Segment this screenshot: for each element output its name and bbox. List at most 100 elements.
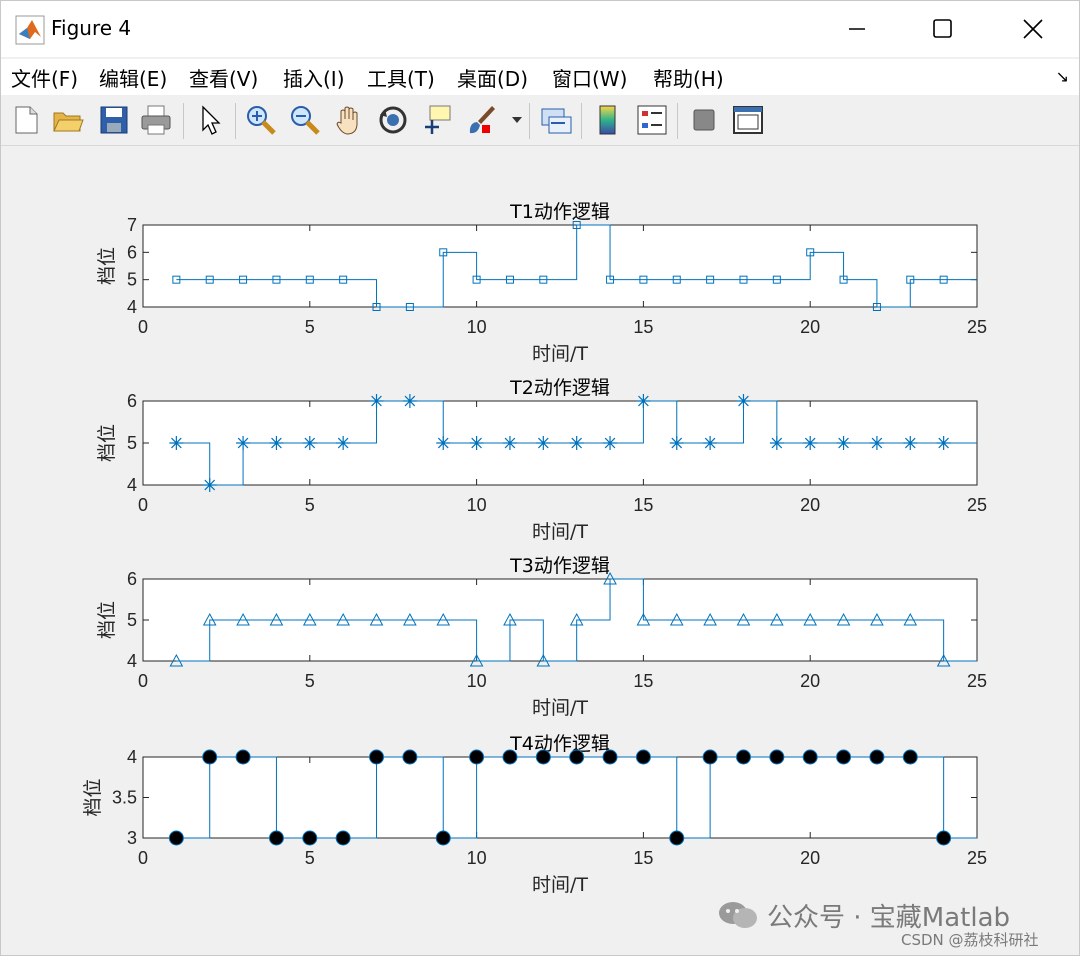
x-axis-label: 时间/T xyxy=(532,521,588,543)
wechat-icon xyxy=(719,902,757,928)
zoom-out-icon[interactable] xyxy=(288,103,322,137)
menu-edit[interactable]: 编辑(E) xyxy=(99,63,167,92)
pan-hand-icon[interactable] xyxy=(332,103,366,137)
chevron-down-icon[interactable] xyxy=(511,115,523,125)
toolbar-separator xyxy=(529,103,530,139)
y-tick-label: 5 xyxy=(127,433,137,453)
window-title: Figure 4 xyxy=(51,16,132,40)
colorbar-icon[interactable] xyxy=(591,103,625,137)
x-tick-label: 5 xyxy=(305,495,315,515)
data-point-marker xyxy=(469,749,485,765)
x-tick-label: 10 xyxy=(467,495,487,515)
close-button[interactable] xyxy=(1003,9,1063,49)
title-bar[interactable]: Figure 4 xyxy=(1,1,1079,57)
dock-arrow-icon[interactable]: ↘ xyxy=(1056,67,1069,86)
data-point-marker xyxy=(469,436,484,450)
x-tick-label: 0 xyxy=(138,495,148,515)
data-point-marker xyxy=(669,830,685,846)
menu-desktop[interactable]: 桌面(D) xyxy=(457,63,528,92)
data-point-marker xyxy=(402,749,418,765)
x-tick-label: 15 xyxy=(633,495,653,515)
x-tick-label: 25 xyxy=(967,495,987,515)
print-icon[interactable] xyxy=(139,103,173,137)
data-point-marker xyxy=(869,749,885,765)
data-point-marker xyxy=(168,830,184,846)
data-point-marker xyxy=(336,436,351,450)
data-point-marker xyxy=(602,749,618,765)
data-point-marker xyxy=(769,749,785,765)
data-point-marker xyxy=(269,436,284,450)
plots-area: 0 5 10 15 20 25 4 5 6 7 T1动作逻辑时间/T 档位 0 5 10 15 20 25 4 5 6 T… xyxy=(82,201,987,896)
data-point-marker xyxy=(836,436,851,450)
data-cursor-icon[interactable] xyxy=(420,103,454,137)
hide-plot-tools-icon[interactable] xyxy=(687,103,721,137)
maximize-button[interactable] xyxy=(913,9,973,49)
menu-tools[interactable]: 工具(T) xyxy=(367,63,435,92)
x-tick-label: 25 xyxy=(967,848,987,868)
data-point-marker xyxy=(703,436,718,450)
x-axis-label: 时间/T xyxy=(532,697,588,719)
data-point-marker xyxy=(836,749,852,765)
y-axis-label: 档位 xyxy=(96,601,118,639)
y-tick-label: 4 xyxy=(127,747,137,767)
x-tick-label: 25 xyxy=(967,671,987,691)
zoom-in-icon[interactable] xyxy=(244,103,278,137)
data-point-marker xyxy=(402,394,417,408)
menu-file[interactable]: 文件(F) xyxy=(11,63,78,92)
x-axis-label: 时间/T xyxy=(532,343,588,365)
x-tick-label: 25 xyxy=(967,317,987,337)
data-point-marker xyxy=(435,830,451,846)
menu-view[interactable]: 查看(V) xyxy=(189,63,258,92)
figure-window: Figure 4 文件(F) 编辑(E) 查看(V) 插入(I) 工具(T) 桌… xyxy=(0,0,1080,956)
data-point-marker xyxy=(302,436,317,450)
menu-help[interactable]: 帮助(H) xyxy=(653,63,724,92)
new-figure-icon[interactable] xyxy=(9,103,43,137)
minimize-button[interactable] xyxy=(827,9,887,49)
menu-window[interactable]: 窗口(W) xyxy=(552,63,627,92)
x-tick-label: 15 xyxy=(633,317,653,337)
brush-icon[interactable] xyxy=(464,103,498,137)
data-point-marker xyxy=(369,394,384,408)
data-point-marker xyxy=(369,749,385,765)
subplot-t3: 0 5 10 15 20 25 4 5 6 T3动作逻辑时间/T 档位 xyxy=(96,555,987,719)
data-point-marker xyxy=(169,436,184,450)
x-tick-label: 5 xyxy=(305,317,315,337)
y-tick-label: 4 xyxy=(127,651,137,671)
y-tick-label: 3 xyxy=(127,828,137,848)
pointer-icon[interactable] xyxy=(193,103,227,137)
rotate-3d-icon[interactable] xyxy=(376,103,410,137)
close-icon xyxy=(1023,19,1043,39)
data-point-marker xyxy=(535,749,551,765)
x-axis-label: 时间/T xyxy=(532,874,588,896)
data-point-marker xyxy=(235,749,251,765)
save-icon[interactable] xyxy=(97,103,131,137)
y-tick-label: 6 xyxy=(127,391,137,411)
open-icon[interactable] xyxy=(51,103,85,137)
x-tick-label: 10 xyxy=(467,848,487,868)
subplot-t2: 0 5 10 15 20 25 4 5 6 T2动作逻辑时间/T 档位 xyxy=(96,377,987,543)
x-tick-label: 20 xyxy=(800,495,820,515)
subplot-t1: 0 5 10 15 20 25 4 5 6 7 T1动作逻辑时间/T 档位 xyxy=(96,201,987,365)
x-tick-label: 20 xyxy=(800,848,820,868)
x-tick-label: 0 xyxy=(138,317,148,337)
y-tick-label: 5 xyxy=(127,610,137,630)
axes-box xyxy=(142,756,978,839)
x-tick-label: 5 xyxy=(305,671,315,691)
figure-toolbar xyxy=(1,97,1079,146)
x-tick-label: 0 xyxy=(138,671,148,691)
toolbar-separator xyxy=(235,103,236,139)
y-axis-label: 档位 xyxy=(82,778,104,816)
watermark-source: CSDN @荔枝科研社 xyxy=(901,931,1039,949)
link-icon[interactable] xyxy=(539,103,573,137)
y-tick-label: 6 xyxy=(127,569,137,589)
toolbar-separator xyxy=(183,103,184,139)
data-point-marker xyxy=(335,830,351,846)
maximize-icon xyxy=(933,19,952,38)
axes-box xyxy=(142,224,978,308)
data-point-marker xyxy=(702,749,718,765)
legend-icon[interactable] xyxy=(635,103,669,137)
data-point-marker xyxy=(236,436,251,450)
menu-insert[interactable]: 插入(I) xyxy=(283,63,345,92)
show-plot-tools-icon[interactable] xyxy=(731,103,765,137)
data-point-marker xyxy=(802,749,818,765)
